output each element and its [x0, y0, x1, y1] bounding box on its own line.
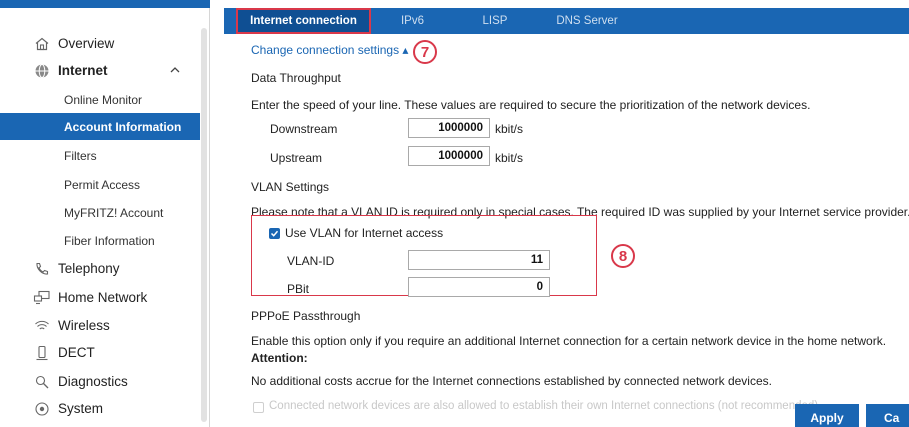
attention-label: Attention:	[251, 351, 308, 365]
sidebar-item-internet[interactable]: Internet	[0, 57, 200, 84]
pppoe-description: Enable this option only if you require a…	[251, 334, 887, 348]
sidebar-subitem-filters[interactable]: Filters	[0, 142, 200, 169]
sidebar-subitem-label: Online Monitor	[64, 92, 143, 107]
sidebar-subitem-label: Permit Access	[64, 177, 141, 192]
sidebar-item-overview[interactable]: Overview	[0, 30, 200, 57]
sidebar-subitem-label: Fiber Information	[64, 233, 155, 248]
chevron-up-icon[interactable]	[168, 63, 182, 77]
tab-label: DNS Server	[556, 15, 618, 27]
diagnostics-icon	[32, 372, 52, 392]
sidebar-subitem-myfritz-account[interactable]: MyFRITZ! Account	[0, 199, 200, 226]
sidebar-subitem-label: Account Information	[64, 119, 182, 134]
tab-dns-server[interactable]: DNS Server	[538, 8, 636, 34]
use-vlan-checkbox[interactable]	[269, 228, 280, 239]
downstream-input[interactable]: 1000000	[408, 118, 490, 138]
pbit-input[interactable]: 0	[408, 277, 550, 297]
sidebar-item-label: DECT	[58, 345, 95, 360]
sidebar-item-label: Overview	[58, 36, 115, 51]
data-throughput-description: Enter the speed of your line. These valu…	[251, 98, 811, 112]
pppoe-allow-label[interactable]: Connected network devices are also allow…	[269, 400, 818, 412]
tab-label: LISP	[482, 15, 508, 27]
vlan-settings-title: VLAN Settings	[251, 180, 330, 194]
sidebar-item-label: System	[58, 401, 104, 416]
sidebar-item-home-network[interactable]: Home Network	[0, 284, 200, 311]
data-throughput-title: Data Throughput	[251, 71, 341, 85]
sidebar-item-label: Home Network	[58, 290, 148, 305]
sidebar-subitem-fiber-information[interactable]: Fiber Information	[0, 227, 200, 254]
wifi-icon	[32, 316, 52, 336]
checkmark-icon	[270, 230, 279, 237]
sidebar-subitem-label: Filters	[64, 148, 97, 163]
tab-ipv6[interactable]: IPv6	[373, 8, 452, 34]
tab-internet-connection[interactable]: Internet connection	[236, 8, 371, 34]
pppoe-allow-checkbox[interactable]	[253, 402, 264, 413]
downstream-label: Downstream	[270, 122, 338, 136]
upstream-label: Upstream	[270, 151, 323, 165]
network-icon	[32, 288, 52, 308]
sidebar-subitem-permit-access[interactable]: Permit Access	[0, 171, 200, 198]
upstream-unit: kbit/s	[495, 151, 524, 165]
dect-icon	[32, 343, 52, 363]
cancel-button[interactable]: Ca	[866, 404, 909, 427]
step-8-badge: 8	[611, 244, 635, 268]
pbit-label: PBit	[287, 282, 310, 296]
tab-lisp[interactable]: LISP	[454, 8, 536, 34]
tab-label: IPv6	[400, 15, 424, 27]
sidebar-item-dect[interactable]: DECT	[0, 339, 200, 366]
sidebar-item-wireless[interactable]: Wireless	[0, 312, 200, 339]
sidebar-item-label: Internet	[58, 63, 108, 78]
globe-icon	[32, 61, 52, 81]
change-connection-settings-link[interactable]: Change connection settings ▴	[251, 43, 408, 57]
sidebar-subitem-label: MyFRITZ! Account	[64, 205, 164, 220]
home-icon	[32, 34, 52, 54]
vlan-id-label: VLAN-ID	[287, 254, 335, 268]
sidebar-subitem-account-information[interactable]: Account Information	[0, 113, 200, 140]
sidebar-top-bar	[0, 0, 210, 8]
system-icon	[32, 399, 52, 419]
sidebar: Overview Internet Online Monitor Account…	[0, 0, 210, 427]
pppoe-passthrough-title: PPPoE Passthrough	[251, 309, 361, 323]
sidebar-item-label: Wireless	[58, 318, 110, 333]
pppoe-note: No additional costs accrue for the Inter…	[251, 374, 772, 388]
downstream-unit: kbit/s	[495, 122, 524, 136]
phone-icon	[32, 259, 52, 279]
tab-bar: Internet connection IPv6 LISP DNS Server	[224, 8, 909, 34]
tab-label: Internet connection	[250, 15, 357, 27]
vlan-id-input[interactable]: 11	[408, 250, 550, 270]
sidebar-item-system[interactable]: System	[0, 395, 200, 422]
sidebar-item-telephony[interactable]: Telephony	[0, 255, 200, 282]
step-7-badge: 7	[413, 40, 437, 64]
upstream-input[interactable]: 1000000	[408, 146, 490, 166]
sidebar-item-label: Telephony	[58, 261, 120, 276]
sidebar-subitem-online-monitor[interactable]: Online Monitor	[0, 86, 200, 113]
apply-button[interactable]: Apply	[795, 404, 859, 427]
sidebar-scrollbar[interactable]	[201, 28, 207, 422]
sidebar-item-diagnostics[interactable]: Diagnostics	[0, 368, 200, 395]
sidebar-item-label: Diagnostics	[58, 374, 128, 389]
use-vlan-label[interactable]: Use VLAN for Internet access	[285, 226, 443, 240]
